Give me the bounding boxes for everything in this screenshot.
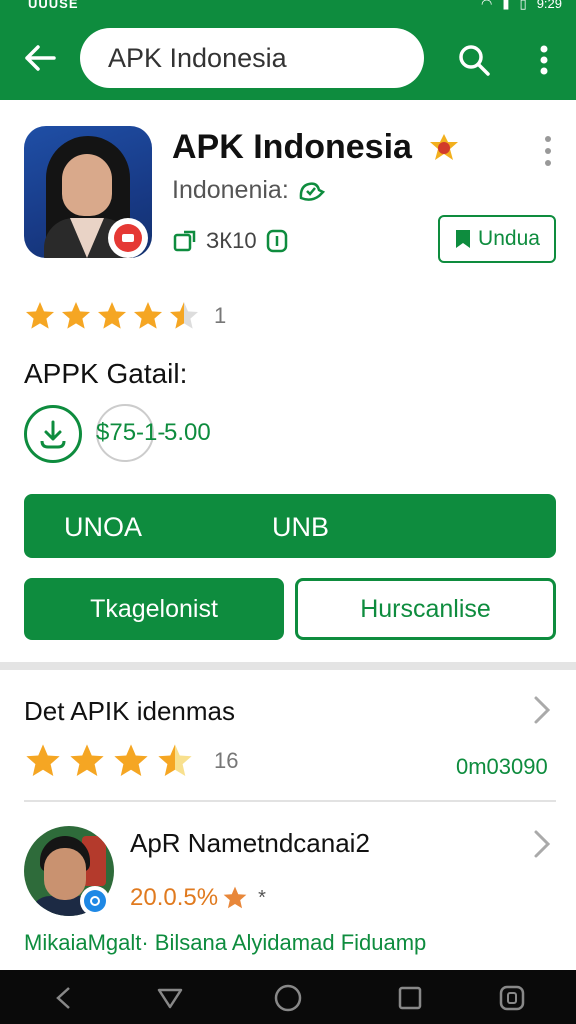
overflow-menu-button[interactable] (526, 38, 562, 82)
more-vertical-icon (540, 45, 548, 75)
emblem-icon (430, 134, 458, 160)
back-triangle-icon (56, 987, 70, 1009)
app-more-button[interactable] (536, 130, 560, 170)
secondary-fill-button[interactable]: Tkagelonist (24, 578, 284, 640)
status-bar: UUUSE ◠ ▮ ▯ 9:29 (0, 0, 576, 14)
star-icon (223, 886, 247, 909)
app-meta-text: ЗК10 (206, 228, 257, 253)
search-icon (459, 45, 490, 76)
signal-icon: ▮ (502, 0, 510, 11)
arrow-left-icon (25, 45, 56, 71)
download-circle-button[interactable] (24, 405, 82, 463)
wifi-icon: ◠ (481, 0, 493, 11)
nav-home-button[interactable] (272, 982, 304, 1014)
nav-down-button[interactable] (154, 982, 186, 1014)
app-badge-icon (108, 218, 148, 258)
search-button[interactable] (452, 38, 496, 82)
detail-value-b: 5.00 (164, 419, 211, 446)
secondary-outline-button[interactable]: Hurscanlise (295, 578, 556, 640)
list-item[interactable]: ApR Nametndcanai2 20.0.5% * MikaiaMgalt·… (0, 802, 576, 970)
download-button[interactable]: Undua (438, 215, 556, 263)
list-item[interactable]: Det APIK idenmas 16 0m03090 (0, 670, 576, 800)
star-icon (134, 302, 162, 329)
list-item-code: 0m03090 (456, 754, 548, 779)
recents-square-icon (398, 986, 422, 1010)
share-icon (173, 230, 196, 252)
primary-left-label: UNOA (64, 512, 143, 542)
search-input[interactable]: APK Indonesia (80, 28, 424, 88)
nav-screenshot-button[interactable] (496, 982, 528, 1014)
app-meta: ЗК10 (172, 228, 289, 254)
star-half-icon (170, 302, 198, 329)
list-item-title: ApR Nametndcanai2 (130, 828, 370, 858)
download-button-label: Undua (478, 227, 540, 250)
screenshot-icon (499, 985, 525, 1011)
status-left-text: UUUSE (28, 0, 79, 11)
list-item-percent: 20.0.5% (130, 884, 219, 911)
nav-recents-button[interactable] (394, 982, 426, 1014)
primary-right-label: UNB (272, 512, 330, 542)
star-icon (98, 302, 126, 329)
star-icon (114, 744, 148, 777)
app-subtitle-text: Indonenia: (172, 176, 289, 204)
bookmark-icon (456, 230, 471, 248)
details-row: $75-1- 5.00 (24, 404, 324, 464)
search-input-value: APK Indonesia (108, 42, 287, 73)
chevron-right-icon (534, 830, 551, 858)
info-icon (266, 229, 287, 253)
app-bar: APK Indonesia (0, 14, 576, 100)
back-button[interactable] (18, 38, 62, 78)
detail-value-a: $75-1- (96, 419, 166, 446)
list-item-rating-count: 16 (214, 748, 239, 773)
list-item-footer: MikaiaMgalt· Bilsana Alyidamad Fiduamp (24, 930, 427, 955)
verified-icon (299, 181, 325, 201)
primary-action-button[interactable]: UNOA UNB (24, 494, 556, 558)
home-circle-icon (274, 984, 302, 1012)
system-nav-bar (0, 970, 576, 1024)
status-time: 9:29 (536, 0, 562, 11)
star-half-icon (158, 744, 192, 777)
star-icon (26, 302, 54, 329)
details-heading: APPK Gatail: (24, 358, 188, 389)
list-item-rating: 16 (24, 742, 238, 780)
app-rating: 1 (24, 300, 226, 332)
battery-icon: ▯ (519, 0, 527, 11)
star-icon (70, 744, 104, 777)
list-item-mark: * (258, 886, 266, 909)
triangle-down-icon (157, 988, 183, 1009)
list-item-percent-row: 20.0.5% * (130, 884, 266, 912)
app-subtitle: Indonenia: (172, 176, 325, 205)
section-divider (0, 662, 576, 670)
avatar-badge-icon (80, 886, 110, 916)
status-icons: ◠ ▮ ▯ 9:29 (481, 0, 562, 10)
app-title: APK Indonesia (172, 128, 412, 166)
chevron-right-icon (534, 696, 551, 724)
download-icon (40, 420, 66, 449)
star-icon (26, 744, 60, 777)
list-item-title: Det APIK idenmas (24, 696, 235, 726)
star-icon (62, 302, 90, 329)
nav-back-button[interactable] (48, 982, 80, 1014)
rating-count: 1 (214, 303, 227, 328)
